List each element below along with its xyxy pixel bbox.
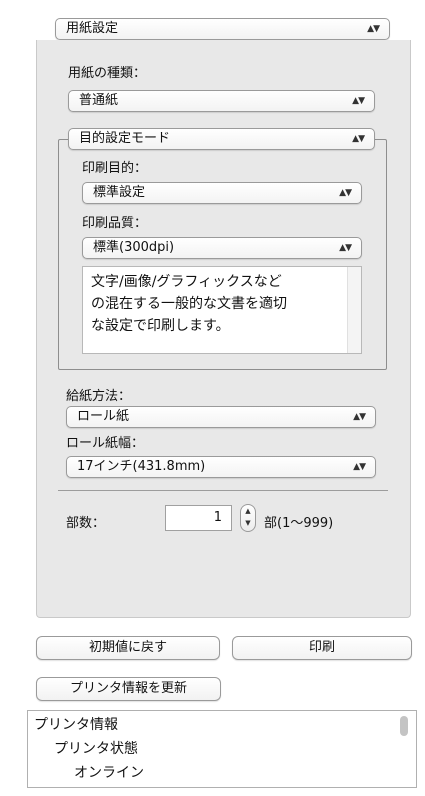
description-line: な設定で印刷します。	[91, 318, 230, 334]
purpose-mode-value: 目的設定モード	[79, 131, 171, 146]
printer-online-item: オンライン	[74, 765, 144, 781]
description-line: の混在する一般的な文書を適切	[91, 296, 287, 312]
updown-arrow-icon: ▲▼	[339, 188, 352, 198]
print-purpose-label: 印刷目的：	[82, 161, 148, 176]
feed-method-dropdown[interactable]: ロール紙 ▲▼	[66, 406, 376, 428]
paper-type-value: 普通紙	[79, 93, 119, 108]
update-printer-info-button[interactable]: プリンタ情報を更新	[36, 677, 221, 701]
print-quality-label: 印刷品質：	[82, 216, 148, 231]
divider	[58, 490, 388, 491]
print-purpose-value: 標準設定	[93, 185, 146, 200]
print-purpose-dropdown[interactable]: 標準設定 ▲▼	[82, 182, 362, 204]
paper-setting-dropdown[interactable]: 用紙設定 ▲▼	[55, 18, 390, 40]
roll-width-dropdown[interactable]: 17インチ(431.8mm) ▲▼	[66, 456, 376, 478]
copies-range-label: 部(1〜999)	[264, 516, 334, 531]
printer-info-list: プリンタ情報 プリンタ状態 オンライン	[27, 710, 417, 788]
description-scrollbar[interactable]	[347, 267, 361, 353]
paper-type-label: 用紙の種類：	[68, 66, 147, 81]
printer-status-item: プリンタ状態	[54, 741, 138, 757]
purpose-mode-dropdown[interactable]: 目的設定モード ▲▼	[68, 128, 375, 150]
updown-arrow-icon: ▲▼	[367, 24, 380, 34]
roll-width-label: ロール紙幅：	[66, 436, 145, 451]
print-quality-value: 標準(300dpi)	[93, 240, 175, 255]
copies-value: 1	[213, 510, 222, 525]
updown-arrow-icon: ▲▼	[353, 462, 366, 472]
printer-info-scrollbar[interactable]	[400, 716, 408, 736]
feed-method-value: ロール紙	[77, 409, 130, 424]
updown-arrow-icon: ▲▼	[353, 412, 366, 422]
description-line: 文字/画像/グラフィックスなど	[91, 274, 282, 290]
description-box: 文字/画像/グラフィックスなど の混在する一般的な文書を適切 な設定で印刷します…	[82, 266, 362, 354]
stepper-up-icon[interactable]: ▲	[241, 505, 255, 517]
paper-type-dropdown[interactable]: 普通紙 ▲▼	[68, 90, 375, 112]
copies-stepper[interactable]: ▲ ▼	[240, 504, 256, 532]
updown-arrow-icon: ▲▼	[339, 243, 352, 253]
updown-arrow-icon: ▲▼	[352, 134, 365, 144]
paper-setting-value: 用紙設定	[66, 21, 119, 36]
stepper-down-icon[interactable]: ▼	[241, 517, 255, 529]
printer-info-heading: プリンタ情報	[34, 717, 118, 733]
print-quality-dropdown[interactable]: 標準(300dpi) ▲▼	[82, 237, 362, 259]
updown-arrow-icon: ▲▼	[352, 96, 365, 106]
roll-width-value: 17インチ(431.8mm)	[77, 459, 206, 474]
reset-defaults-button[interactable]: 初期値に戻す	[36, 636, 220, 660]
feed-method-label: 給紙方法：	[66, 389, 132, 404]
copies-input[interactable]: 1	[165, 505, 232, 531]
copies-label: 部数：	[66, 516, 106, 531]
print-button[interactable]: 印刷	[232, 636, 412, 660]
